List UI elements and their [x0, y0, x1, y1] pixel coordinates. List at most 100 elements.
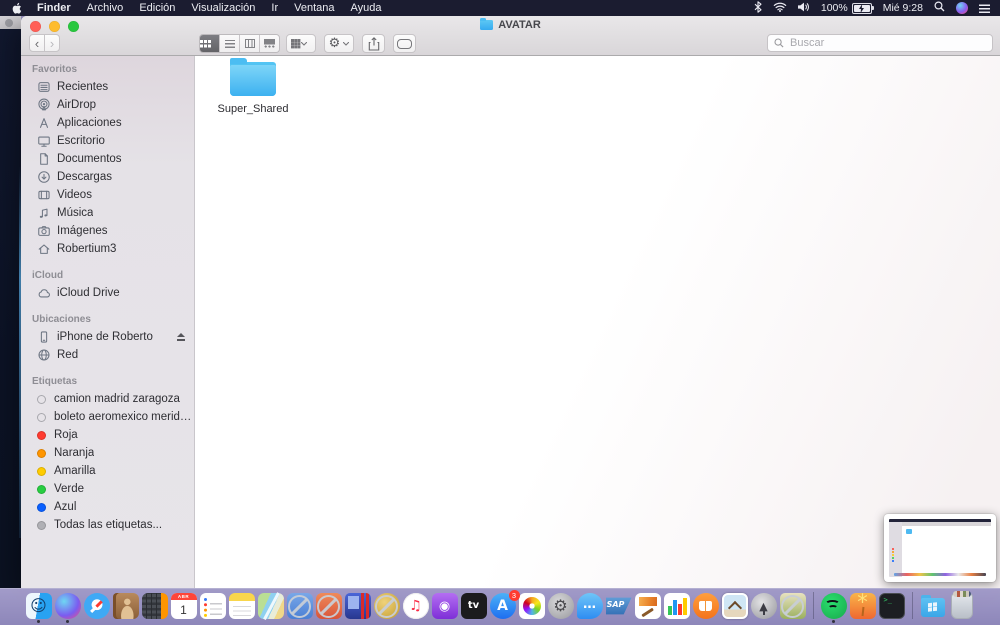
sidebar-item-aplicaciones[interactable]: Aplicaciones [21, 114, 194, 132]
sidebar-item-verde[interactable]: Verde [21, 480, 194, 498]
airdrop-icon [36, 98, 51, 113]
clock-label[interactable]: Mié 9:28 [883, 2, 923, 14]
dock-notes[interactable] [229, 593, 255, 623]
sidebar-item-label: iPhone de Roberto [57, 331, 153, 343]
eject-icon[interactable] [176, 333, 185, 342]
spotlight-search-icon[interactable] [934, 1, 945, 15]
dock-reminders[interactable] [200, 593, 226, 623]
windows-folder-icon [920, 593, 946, 619]
dock-photos[interactable] [519, 593, 545, 623]
search-field[interactable] [767, 34, 993, 52]
dock-separator [912, 592, 913, 619]
sidebar-item-icloud-drive[interactable]: iCloud Drive [21, 284, 194, 302]
dock-music[interactable]: ♫ [403, 593, 429, 623]
forward-button[interactable]: › [44, 34, 60, 52]
dock-contacts[interactable] [113, 593, 139, 623]
desktop-icon [36, 134, 51, 149]
sidebar-item-todas-las-etiquetas[interactable]: Todas las etiquetas... [21, 516, 194, 534]
share-button[interactable] [362, 34, 385, 53]
dock-safari[interactable] [84, 593, 110, 623]
icon-view-button[interactable] [200, 35, 219, 52]
dock-preview[interactable] [722, 593, 748, 623]
sidebar-item-naranja[interactable]: Naranja [21, 444, 194, 462]
dock-blocked-app-blue[interactable] [287, 593, 313, 623]
sidebar: FavoritosRecientesAirDropAplicacionesEsc… [21, 56, 195, 588]
sidebar-item-musica[interactable]: Música [21, 204, 194, 222]
dock-books[interactable] [693, 593, 719, 623]
battery-status[interactable]: 100% [821, 2, 872, 14]
dock-finder[interactable]: ☺ [26, 593, 52, 623]
sidebar-item-red[interactable]: Red [21, 346, 194, 364]
wifi-icon[interactable] [773, 2, 787, 15]
dock-remote-screen[interactable] [345, 593, 371, 623]
menu-ir[interactable]: Ir [263, 2, 286, 14]
screenshot-preview-thumbnail[interactable] [884, 514, 996, 582]
dock-pages[interactable] [635, 593, 661, 623]
sidebar-item-camion-madrid-zaragoza[interactable]: camion madrid zaragoza [21, 390, 194, 408]
folder-item-super-shared[interactable]: Super_Shared [209, 62, 297, 115]
background-window[interactable] [0, 16, 21, 588]
sidebar-item-azul[interactable]: Azul [21, 498, 194, 516]
sidebar-item-roja[interactable]: Roja [21, 426, 194, 444]
back-button[interactable]: ‹ [29, 34, 45, 52]
search-input[interactable] [788, 36, 986, 50]
volume-icon[interactable] [798, 2, 810, 15]
dock-blocked-app-gold[interactable] [374, 593, 400, 623]
sidebar-item-documentos[interactable]: Documentos [21, 150, 194, 168]
dock-windows-folder[interactable] [920, 593, 946, 623]
dock-stats-chart[interactable] [664, 593, 690, 623]
dock-blocked-app-green[interactable] [780, 593, 806, 623]
menu-visualizacion[interactable]: Visualización [183, 2, 263, 14]
dock-app-store[interactable]: A3 [490, 593, 516, 623]
dock-system-preferences[interactable]: ⚙ [548, 593, 574, 623]
menu-ventana[interactable]: Ventana [286, 2, 342, 14]
bluetooth-icon[interactable] [754, 1, 762, 16]
action-menu-button[interactable]: ⚙ [324, 34, 354, 53]
dock-calendar[interactable]: ABR1 [171, 593, 197, 623]
sidebar-item-videos[interactable]: Videos [21, 186, 194, 204]
dock-blocked-app-red[interactable] [316, 593, 342, 623]
column-view-button[interactable] [239, 35, 259, 52]
dock-maps[interactable] [258, 593, 284, 623]
sidebar-item-iphone-de-roberto[interactable]: iPhone de Roberto [21, 328, 194, 346]
sidebar-item-descargas[interactable]: Descargas [21, 168, 194, 186]
preview-icon [722, 593, 748, 619]
menu-app-name[interactable]: Finder [29, 2, 79, 14]
dock-calculator[interactable] [142, 593, 168, 623]
sidebar-item-imagenes[interactable]: Imágenes [21, 222, 194, 240]
dock-siri[interactable] [55, 593, 81, 623]
group-icon [291, 39, 293, 41]
apple-menu-icon[interactable] [12, 2, 23, 15]
dock-palm-game[interactable]: * [850, 593, 876, 623]
notification-center-icon[interactable] [979, 4, 990, 13]
siri-icon[interactable] [956, 2, 968, 14]
menu-archivo[interactable]: Archivo [79, 2, 132, 14]
dock-apple-tv[interactable]: tv [461, 593, 487, 623]
group-by-button[interactable] [286, 34, 316, 53]
sidebar-item-label: Recientes [57, 81, 108, 93]
list-view-button[interactable] [219, 35, 239, 52]
blocked-overlay-icon [781, 595, 804, 618]
sidebar-item-recientes[interactable]: Recientes [21, 78, 194, 96]
dock-spotify[interactable] [821, 593, 847, 623]
sidebar-item-label: Videos [57, 189, 92, 201]
menu-ayuda[interactable]: Ayuda [343, 2, 390, 14]
gallery-view-button[interactable] [259, 35, 279, 52]
tag-button[interactable] [393, 34, 416, 53]
menu-bar-menus: ArchivoEdiciónVisualizaciónIrVentanaAyud… [79, 2, 390, 14]
dock-messages[interactable]: … [577, 593, 603, 623]
dock-launchpad[interactable]: ▲ [751, 593, 777, 623]
battery-icon [852, 3, 872, 14]
menu-edicion[interactable]: Edición [131, 2, 183, 14]
sidebar-item-amarilla[interactable]: Amarilla [21, 462, 194, 480]
tag-color-dot [37, 413, 46, 422]
sidebar-item-boleto-aeromexico-merida-mex[interactable]: boleto aeromexico merida mex [21, 408, 194, 426]
sidebar-item-airdrop[interactable]: AirDrop [21, 96, 194, 114]
sidebar-item-escritorio[interactable]: Escritorio [21, 132, 194, 150]
dock-terminal[interactable]: >_ [879, 593, 905, 623]
sidebar-item-robertium3[interactable]: Robertium3 [21, 240, 194, 258]
dock-sap[interactable]: SAP [606, 593, 632, 623]
network-icon [36, 348, 51, 363]
dock-trash[interactable] [949, 593, 975, 623]
dock-podcasts[interactable]: ◉ [432, 593, 458, 623]
